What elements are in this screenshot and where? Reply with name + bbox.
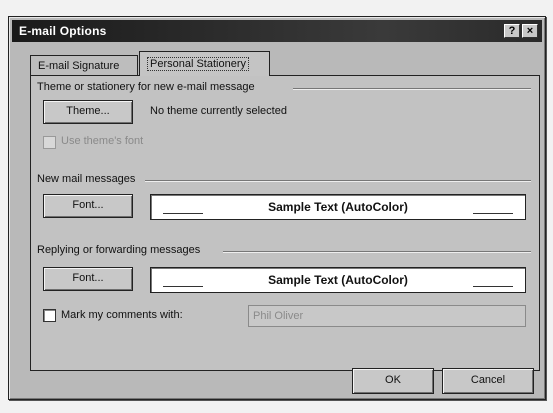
sample-line [473, 213, 513, 214]
use-theme-font-checkbox[interactable] [43, 136, 56, 149]
new-mail-section-heading: New mail messages [37, 173, 136, 185]
ok-button-label: OK [385, 374, 401, 386]
tab-email-signature[interactable]: E-mail Signature [30, 55, 138, 75]
window-title: E-mail Options [19, 24, 107, 38]
sample-line [163, 286, 203, 287]
theme-button-label: Theme... [66, 105, 110, 117]
sample-text: Sample Text (AutoColor) [268, 200, 408, 214]
tab-label: E-mail Signature [38, 60, 120, 72]
theme-status-text: No theme currently selected [150, 105, 287, 117]
close-button[interactable]: × [522, 24, 538, 38]
title-bar[interactable]: E-mail Options ? × [12, 20, 542, 42]
font-button-label: Font... [72, 272, 104, 284]
divider [293, 88, 531, 90]
new-mail-font-sample: Sample Text (AutoColor) [150, 194, 526, 220]
mark-comments-label: Mark my comments with: [61, 309, 183, 321]
reply-font-button[interactable]: Font... [43, 267, 133, 291]
theme-button[interactable]: Theme... [43, 100, 133, 124]
reply-section-heading: Replying or forwarding messages [37, 244, 201, 256]
sample-text: Sample Text (AutoColor) [268, 273, 408, 287]
sample-line [163, 213, 203, 214]
cancel-button-label: Cancel [470, 374, 506, 386]
comment-name-field[interactable]: Phil Oliver [248, 305, 526, 327]
personal-stationery-panel: Theme or stationery for new e-mail messa… [30, 75, 540, 371]
ok-button[interactable]: OK [352, 368, 434, 394]
use-theme-font-label: Use theme's font [61, 135, 144, 147]
email-options-dialog: E-mail Options ? × E-mail Signature Pers… [8, 16, 546, 400]
tab-personal-stationery[interactable]: Personal Stationery [139, 51, 270, 76]
divider [223, 251, 531, 253]
new-mail-font-button[interactable]: Font... [43, 194, 133, 218]
font-button-label: Font... [72, 199, 104, 211]
cancel-button[interactable]: Cancel [442, 368, 534, 394]
sample-line [473, 286, 513, 287]
tab-label: Personal Stationery [147, 57, 249, 71]
mark-comments-checkbox[interactable] [43, 309, 56, 322]
theme-section-heading: Theme or stationery for new e-mail messa… [37, 81, 255, 93]
divider [145, 180, 531, 182]
reply-font-sample: Sample Text (AutoColor) [150, 267, 526, 293]
help-button[interactable]: ? [504, 24, 520, 38]
